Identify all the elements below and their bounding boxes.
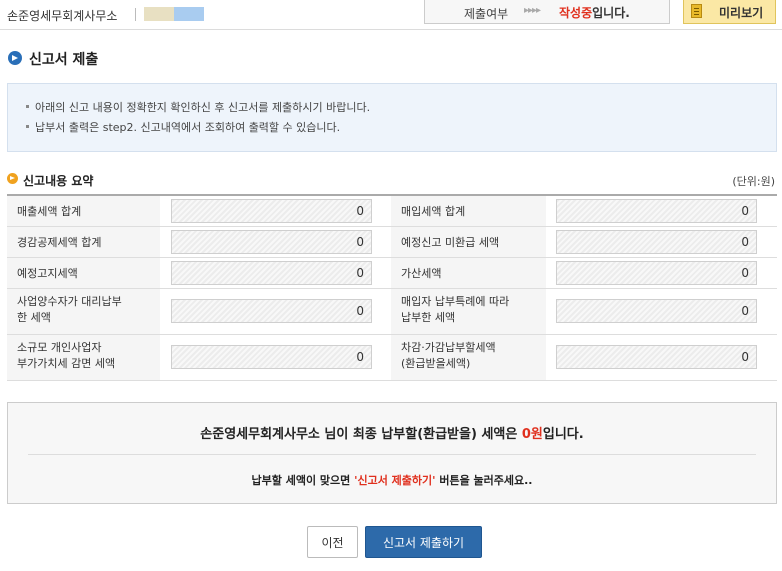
row-label-penalty: 가산세액	[391, 258, 546, 288]
notified-tax-field: 0	[171, 261, 372, 285]
payable-tax-field: 0	[556, 345, 757, 369]
row-label-unrefunded: 예정신고 미환급 세액	[391, 227, 546, 257]
status-value: 작성중입니다.	[559, 4, 630, 21]
header-divider	[135, 8, 136, 21]
submit-return-button[interactable]: 신고서 제출하기	[365, 526, 482, 558]
output-tax-total-field: 0	[171, 199, 372, 223]
table-row: 매출세액 합계 0 매입세액 합계 0	[7, 196, 777, 227]
status-arrows-icon: ▸▸▸▸	[524, 5, 541, 16]
instruction-prefix: 납부할 세액이 맞으면	[251, 474, 355, 487]
notice-line: 납부서 출력은 step2. 신고내역에서 조회하여 출력할 수 있습니다.	[26, 119, 340, 135]
document-icon	[691, 4, 702, 18]
status-value-highlight: 작성중	[559, 6, 593, 20]
preview-button-label: 미리보기	[719, 6, 764, 20]
previous-button[interactable]: 이전	[307, 526, 358, 558]
row-label-proxy-payment: 사업양수자가 대리납부 한 세액	[7, 289, 160, 334]
row-label-input-tax: 매입세액 합계	[391, 196, 546, 226]
status-value-rest: 입니다.	[592, 6, 630, 20]
submission-status: 제출여부 ▸▸▸▸ 작성중입니다.	[424, 0, 670, 24]
color-chip-beige	[144, 7, 174, 21]
preview-button[interactable]: 미리보기	[683, 0, 776, 24]
color-chip-blue	[174, 7, 204, 21]
result-box: 손준영세무회계사무소 님이 최종 납부할(환급받을) 세액은 0원입니다. 납부…	[7, 402, 777, 504]
instruction-suffix: 버튼을 눌러주세요..	[435, 474, 533, 487]
penalty-tax-field: 0	[556, 261, 757, 285]
proxy-payment-field: 0	[171, 299, 372, 323]
company-name: 손준영세무회계사무소	[7, 9, 118, 23]
row-label-output-tax: 매출세액 합계	[7, 196, 160, 226]
row-label-buyer-special: 매입자 납부특례에 따라 납부한 세액	[391, 289, 546, 334]
row-label-small-business: 소규모 개인사업자 부가가치세 감면 세액	[7, 335, 160, 380]
final-tax-amount: 0원	[521, 427, 543, 442]
unit-label: (단위:원)	[732, 175, 775, 188]
summary-table: 매출세액 합계 0 매입세액 합계 0 경감공제세액 합계 0 예정신고 미환급…	[7, 194, 777, 381]
input-tax-total-field: 0	[556, 199, 757, 223]
notice-text: 납부서 출력은 step2. 신고내역에서 조회하여 출력할 수 있습니다.	[35, 121, 341, 134]
buyer-special-field: 0	[556, 299, 757, 323]
arrow-circle-icon	[8, 51, 22, 65]
final-tax-suffix: 입니다.	[542, 427, 584, 442]
top-bar: 손준영세무회계사무소 제출여부 ▸▸▸▸ 작성중입니다. 미리보기	[0, 0, 782, 30]
summary-arrow-icon	[7, 173, 18, 184]
small-business-reduction-field: 0	[171, 345, 372, 369]
table-row: 사업양수자가 대리납부 한 세액 0 매입자 납부특례에 따라 납부한 세액 0	[7, 289, 777, 335]
table-row: 소규모 개인사업자 부가가치세 감면 세액 0 차감·가감납부할세액 (환급받을…	[7, 335, 777, 381]
table-row: 경감공제세액 합계 0 예정신고 미환급 세액 0	[7, 227, 777, 258]
unrefunded-tax-field: 0	[556, 230, 757, 254]
final-tax-prefix: 손준영세무회계사무소 님이 최종 납부할(환급받을) 세액은	[200, 427, 522, 442]
row-label-payable: 차감·가감납부할세액 (환급받을세액)	[391, 335, 546, 380]
notice-box: 아래의 신고 내용이 정확한지 확인하신 후 신고서를 제출하시기 바랍니다. …	[7, 83, 777, 152]
row-label-notified-tax: 예정고지세액	[7, 258, 160, 288]
notice-line: 아래의 신고 내용이 정확한지 확인하신 후 신고서를 제출하시기 바랍니다.	[26, 99, 370, 115]
submit-instruction: 납부할 세액이 맞으면 '신고서 제출하기' 버튼을 눌러주세요..	[8, 472, 776, 488]
instruction-highlight: '신고서 제출하기'	[354, 474, 436, 487]
result-divider	[28, 454, 756, 455]
bullet-icon	[26, 124, 29, 128]
table-row: 예정고지세액 0 가산세액 0	[7, 258, 777, 289]
page-title: 신고서 제출	[29, 52, 99, 68]
notice-text: 아래의 신고 내용이 정확한지 확인하신 후 신고서를 제출하시기 바랍니다.	[35, 101, 371, 114]
summary-title: 신고내용 요약	[23, 174, 94, 188]
reduction-total-field: 0	[171, 230, 372, 254]
final-tax-message: 손준영세무회계사무소 님이 최종 납부할(환급받을) 세액은 0원입니다.	[8, 423, 776, 442]
row-label-reduction: 경감공제세액 합계	[7, 227, 160, 257]
bullet-icon	[26, 104, 29, 108]
status-label: 제출여부	[464, 7, 509, 21]
